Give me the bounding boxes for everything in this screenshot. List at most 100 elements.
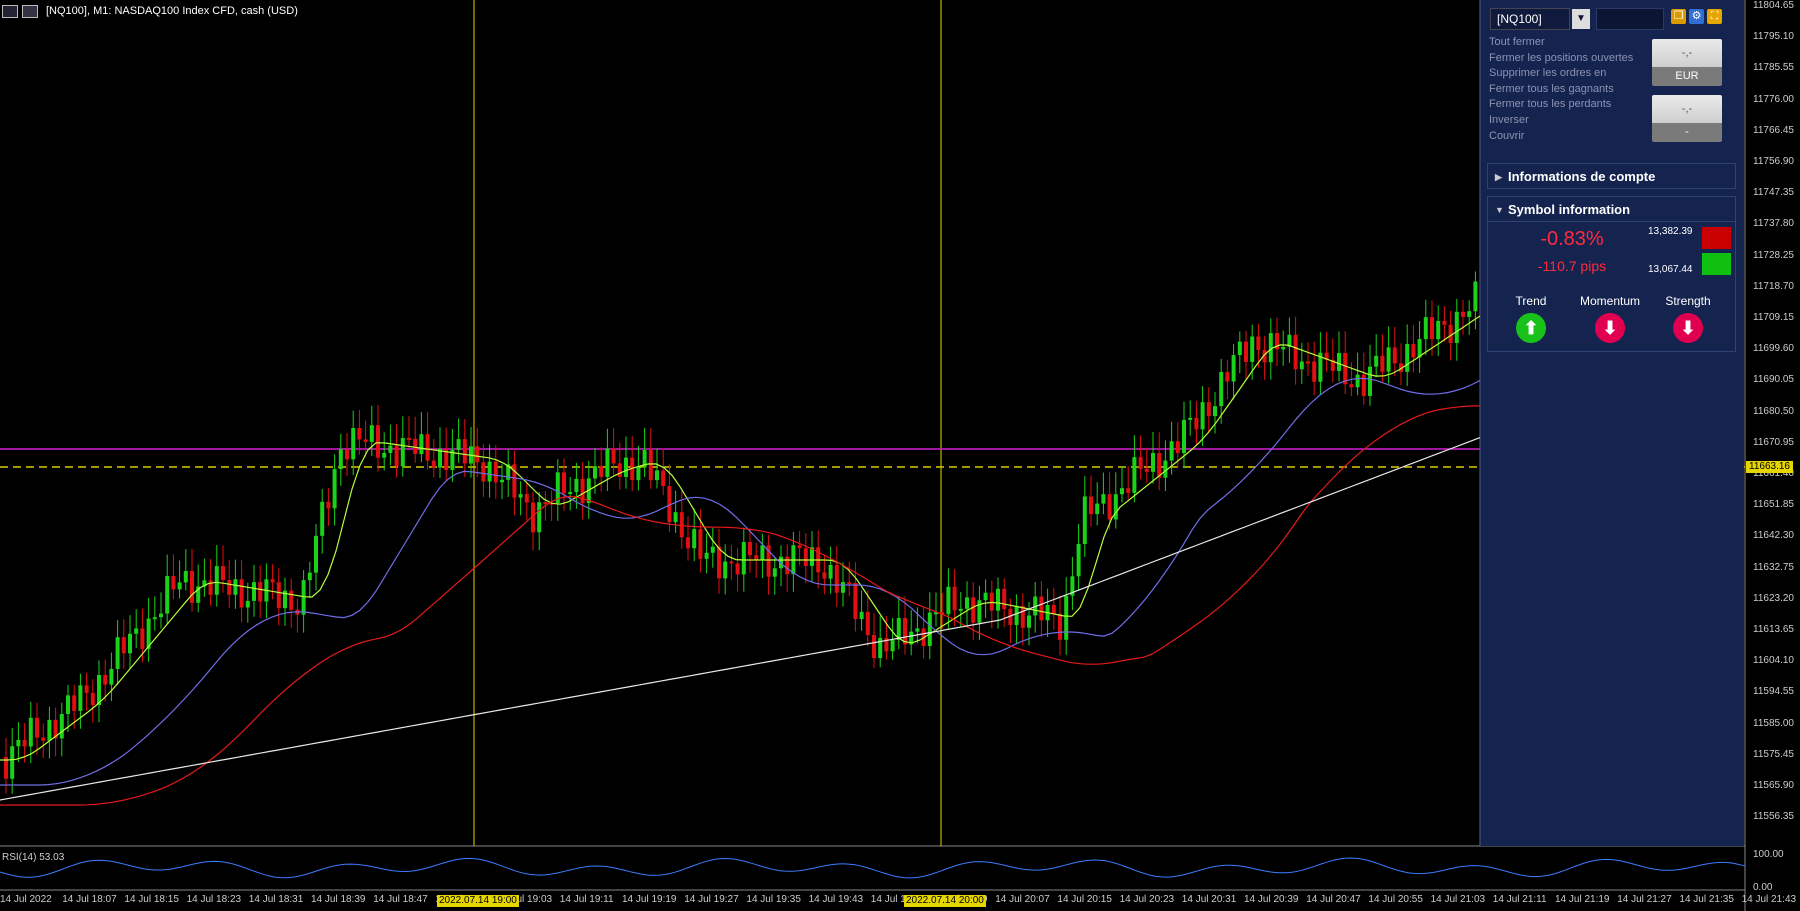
chart-title-bar: [NQ100], M1: NASDAQ100 Index CFD, cash (… — [0, 0, 298, 22]
candle-body — [648, 450, 653, 481]
candle-body — [382, 452, 387, 458]
candle-body — [1299, 361, 1304, 370]
candle-body — [636, 467, 641, 481]
ma-long-line — [0, 437, 1481, 801]
trend-label: Trend — [1515, 294, 1547, 308]
candle-body — [388, 445, 393, 453]
candle-body — [425, 434, 430, 461]
candle-body — [983, 592, 988, 601]
time-marker-2: 2022.07.14 20:00 — [904, 895, 986, 907]
candle-body — [1225, 371, 1230, 382]
candle-body — [351, 427, 356, 460]
candle-body — [1175, 441, 1180, 454]
candle-body — [72, 695, 77, 711]
price-tick: 11709.15 — [1753, 312, 1794, 323]
candle-body — [456, 439, 461, 450]
candle-body — [475, 446, 480, 463]
candle-body — [326, 501, 331, 509]
candle-body — [22, 739, 27, 747]
buy-price-button[interactable]: -,- — [1652, 95, 1722, 123]
day-low: 13,067.44 — [1648, 264, 1693, 275]
price-tick: 11565.90 — [1753, 780, 1794, 791]
price-tick: 11575.45 — [1753, 748, 1794, 760]
candle-body — [487, 461, 492, 482]
candle-body — [692, 529, 697, 549]
price-tick: 11776.00 — [1753, 93, 1794, 105]
candle-body — [1374, 355, 1379, 367]
candle-body — [301, 580, 306, 615]
price-tick: 11642.30 — [1753, 530, 1794, 542]
symbol-info-accordion[interactable]: ▼ Symbol information — [1487, 196, 1736, 222]
candle-body — [270, 579, 275, 583]
time-tick: 14 Jul 19:19 — [622, 894, 677, 905]
copy-icon[interactable]: ❐ — [1671, 9, 1686, 24]
candle-body — [760, 545, 765, 561]
lot-input[interactable] — [1596, 8, 1664, 30]
time-tick: 14 Jul 2022 — [0, 894, 52, 905]
candle-body — [903, 618, 907, 645]
gear-icon[interactable]: ⚙ — [1689, 9, 1704, 24]
candle-body — [989, 592, 994, 611]
candle-body — [797, 545, 802, 549]
buy-button-group[interactable]: -,- - — [1652, 95, 1722, 142]
price-tick: 11785.55 — [1753, 62, 1794, 74]
candle-body — [971, 597, 976, 623]
candle-body — [599, 466, 604, 477]
sell-button-group[interactable]: -,- EUR — [1652, 39, 1722, 86]
candle-body — [152, 617, 157, 620]
maximize-icon[interactable]: ⛶ — [1707, 9, 1722, 24]
candle-body — [481, 462, 486, 482]
time-tick: 14 Jul 18:23 — [186, 894, 242, 905]
candle-body — [1337, 353, 1341, 371]
candle-body — [1194, 417, 1199, 430]
candle-body — [1436, 320, 1441, 340]
arrow-down-icon: ⬇ — [1595, 313, 1625, 343]
candle-body — [1448, 324, 1453, 343]
sell-price-button[interactable]: -,- — [1652, 39, 1722, 67]
candle-body — [1082, 496, 1087, 544]
candle-body — [859, 611, 864, 620]
candle-body — [952, 586, 957, 611]
candle-body — [661, 470, 666, 487]
candle-body — [1430, 317, 1434, 340]
candle-body — [109, 668, 114, 685]
candle-body — [524, 494, 529, 503]
candle-body — [41, 737, 46, 741]
candle-body — [363, 439, 368, 442]
candle-body — [128, 633, 132, 654]
candle-body — [1169, 441, 1174, 461]
account-info-accordion[interactable]: ▶ Informations de compte — [1487, 163, 1736, 189]
time-tick: 14 Jul 19:43 — [808, 894, 864, 905]
chevron-down-icon[interactable]: ▼ — [1572, 9, 1590, 29]
candle-body — [1120, 488, 1124, 495]
momentum-label: Momentum — [1579, 294, 1641, 308]
time-tick: 14 Jul 18:47 — [373, 894, 428, 905]
candle-body — [1281, 346, 1286, 350]
candle-body — [314, 535, 318, 573]
candle-body — [1293, 334, 1298, 370]
candle-body — [190, 571, 194, 603]
time-tick: 14 Jul 19:35 — [746, 894, 801, 905]
price-tick: 11728.25 — [1753, 249, 1794, 261]
ma-slow-line — [0, 405, 1481, 806]
price-tick: 11670.95 — [1753, 436, 1794, 448]
candle-body — [289, 590, 294, 610]
candle-body — [345, 449, 349, 460]
price-tick: 11623.20 — [1753, 592, 1794, 604]
symbol-select[interactable]: [NQ100] — [1490, 8, 1570, 30]
arrow-up-icon: ⬆ — [1516, 313, 1546, 343]
candle-body — [214, 566, 219, 595]
time-tick: 14 Jul 19:27 — [684, 894, 739, 905]
candle-body — [338, 449, 343, 470]
candle-body — [413, 438, 418, 455]
candle-body — [307, 572, 312, 581]
time-tick: 14 Jul 18:39 — [311, 894, 366, 905]
candle-body — [1461, 311, 1465, 317]
account-info-title: Informations de compte — [1508, 169, 1656, 184]
candle-body — [1132, 457, 1137, 493]
candle-body — [1237, 341, 1242, 356]
current-price-tag: 11663.16 — [1746, 461, 1793, 473]
candle-body — [332, 469, 337, 509]
candle-body — [10, 746, 15, 779]
candle-body — [183, 571, 188, 583]
